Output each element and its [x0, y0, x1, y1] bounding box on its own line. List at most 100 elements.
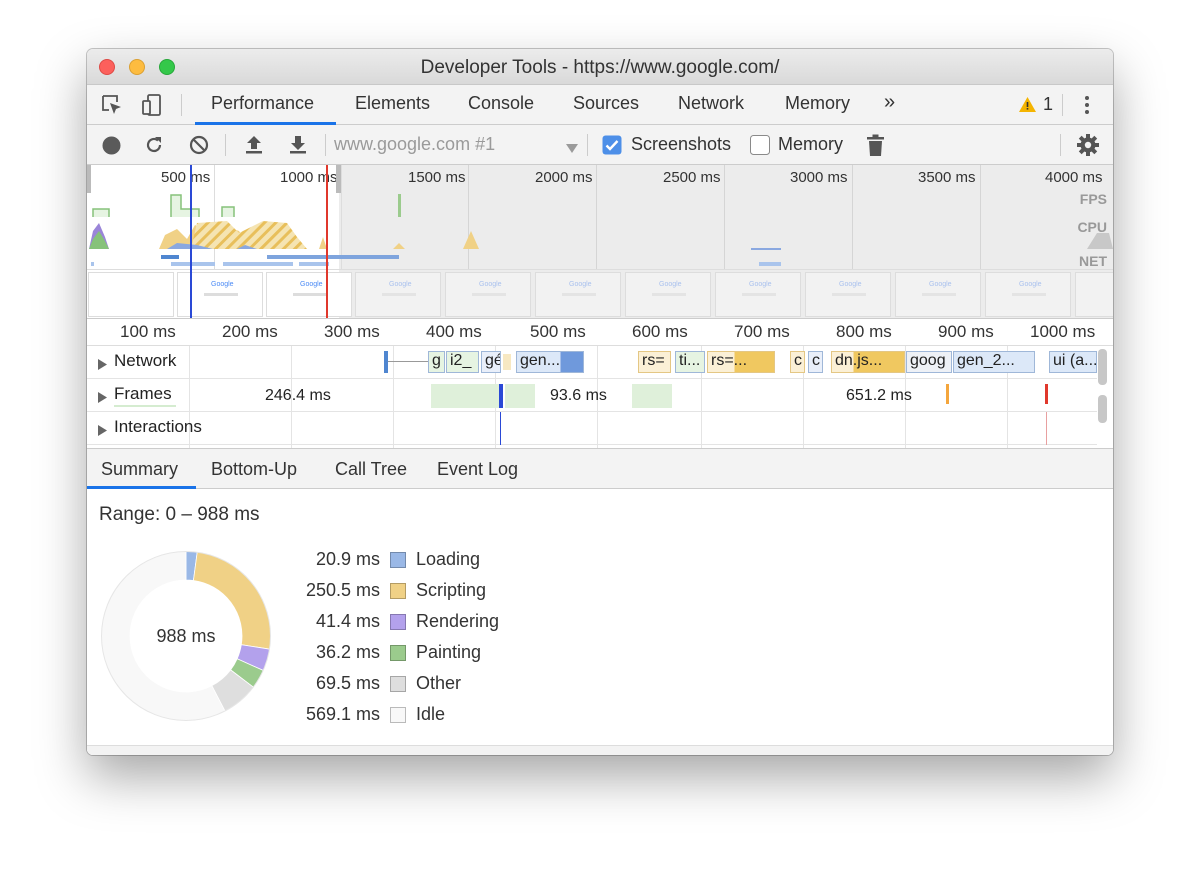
flame-ruler-label: 700 ms	[734, 322, 790, 341]
expand-triangle-icon[interactable]	[98, 357, 107, 375]
legend-label: Rendering	[416, 611, 500, 631]
network-request[interactable]: dn.js...	[831, 351, 905, 373]
settings-gear-icon[interactable]	[1077, 134, 1099, 161]
loading-swatch	[390, 552, 406, 568]
screenshots-checkbox[interactable]	[602, 135, 622, 160]
frame-duration[interactable]: 93.6 ms	[550, 387, 607, 405]
tab-memory[interactable]: Memory	[785, 93, 850, 114]
overview-ruler-label: 1000 ms	[280, 169, 338, 186]
warning-count[interactable]: 1	[1043, 94, 1053, 115]
tab-elements[interactable]: Elements	[355, 93, 430, 114]
overview-ruler-label: 2000 ms	[535, 169, 593, 186]
legend-row-rendering: 41.4 ms Rendering	[267, 611, 567, 641]
more-tabs-chevron-icon[interactable]: »	[884, 91, 895, 114]
frame-duration[interactable]: 651.2 ms	[846, 387, 912, 405]
overview-ruler-label: 1500 ms	[408, 169, 466, 186]
flame-ruler-label: 100 ms	[120, 322, 176, 341]
upload-icon[interactable]	[245, 135, 263, 160]
tracks-scrollbar[interactable]	[1098, 395, 1107, 423]
reload-record-icon[interactable]	[144, 135, 164, 160]
screenshot-filmstrip[interactable]: Google Google Google Google Google Googl…	[87, 269, 1113, 318]
profile-select[interactable]: www.google.com #1	[334, 134, 495, 155]
legend-value: 20.9 ms	[315, 549, 380, 569]
memory-checkbox[interactable]	[750, 135, 770, 160]
network-request[interactable]: g	[428, 351, 445, 373]
fps-chart	[92, 194, 401, 217]
network-request[interactable]: i2_	[446, 351, 479, 373]
idle-swatch	[390, 707, 406, 723]
interactions-track[interactable]: Interactions	[87, 412, 1097, 445]
tab-console[interactable]: Console	[468, 93, 534, 114]
network-request[interactable]: gen...	[516, 351, 584, 373]
status-strip	[87, 745, 1113, 755]
network-request[interactable]: c	[790, 351, 805, 373]
device-toolbar-icon[interactable]	[140, 93, 164, 122]
more-options-icon[interactable]	[1084, 95, 1090, 120]
screenshot-thumbnail: Google	[355, 272, 441, 317]
painting-swatch	[390, 645, 406, 661]
overview-ruler-label: 3000 ms	[790, 169, 848, 186]
record-icon[interactable]	[102, 136, 121, 160]
donut-total: 988 ms	[156, 626, 216, 646]
network-request[interactable]: rs=...	[707, 351, 775, 373]
tab-summary[interactable]: Summary	[101, 459, 178, 480]
interactions-track-label[interactable]: Interactions	[114, 417, 202, 437]
tab-call-tree[interactable]: Call Tree	[335, 459, 407, 480]
tab-bottom-up[interactable]: Bottom-Up	[211, 459, 297, 480]
legend-row-loading: 20.9 ms Loading	[267, 549, 567, 579]
details-tab-bar: Summary Bottom-Up Call Tree Event Log	[87, 449, 1113, 489]
overview-ruler-label: 4000 ms	[1045, 169, 1103, 186]
tab-network[interactable]: Network	[678, 93, 744, 114]
frames-track-label[interactable]: Frames	[114, 384, 172, 404]
summary-range: Range: 0 – 988 ms	[99, 504, 260, 525]
network-request[interactable]: ui (a...	[1049, 351, 1097, 373]
frames-track[interactable]: Frames 246.4 ms 93.6 ms 651.2 ms	[87, 379, 1097, 412]
network-request[interactable]: gen_2...	[953, 351, 1035, 373]
warning-icon[interactable]	[1019, 97, 1036, 117]
flame-ruler-label: 800 ms	[836, 322, 892, 341]
tab-event-log[interactable]: Event Log	[437, 459, 518, 480]
legend-value: 36.2 ms	[315, 642, 380, 662]
expand-triangle-icon[interactable]	[98, 423, 107, 441]
flame-ruler-label: 300 ms	[324, 322, 380, 341]
legend-label: Idle	[416, 704, 446, 724]
screenshot-thumbnail: Google	[445, 272, 531, 317]
screenshot-thumbnail: Google	[535, 272, 621, 317]
trash-icon[interactable]	[867, 134, 884, 161]
network-track-label[interactable]: Network	[114, 351, 176, 371]
clear-icon[interactable]	[189, 135, 209, 160]
other-swatch	[390, 676, 406, 692]
legend-value: 250.5 ms	[305, 580, 380, 600]
network-request[interactable]: gé	[481, 351, 501, 373]
overview-ruler-label: 2500 ms	[663, 169, 721, 186]
screenshots-label[interactable]: Screenshots	[631, 134, 731, 155]
network-scrollbar[interactable]	[1098, 349, 1107, 385]
screenshot-thumbnail: Google	[715, 272, 801, 317]
timeline-overview[interactable]: 500 ms 1000 ms 1500 ms 2000 ms 2500 ms 3…	[87, 165, 1113, 319]
network-request[interactable]: ti...	[675, 351, 705, 373]
network-track[interactable]: Network g i2_ gé gen... rs= ti... rs=...…	[87, 346, 1097, 379]
network-request[interactable]: goog	[906, 351, 952, 373]
devtools-window: Developer Tools - https://www.google.com…	[87, 49, 1113, 755]
download-icon[interactable]	[289, 135, 307, 160]
flame-ruler: 100 ms 200 ms 300 ms 400 ms 500 ms 600 m…	[87, 319, 1113, 346]
flame-ruler-label: 200 ms	[222, 322, 278, 341]
network-request[interactable]: rs=	[638, 351, 671, 373]
chevron-down-icon[interactable]	[566, 140, 578, 158]
flame-chart[interactable]: 100 ms 200 ms 300 ms 400 ms 500 ms 600 m…	[87, 319, 1113, 449]
memory-label[interactable]: Memory	[778, 134, 843, 155]
network-request[interactable]: c	[808, 351, 823, 373]
frame-duration[interactable]: 246.4 ms	[265, 387, 331, 405]
expand-triangle-icon[interactable]	[98, 390, 107, 408]
title-bar: Developer Tools - https://www.google.com…	[87, 49, 1113, 85]
selection-right-handle[interactable]	[336, 165, 341, 193]
legend-value: 41.4 ms	[315, 611, 380, 631]
tab-performance[interactable]: Performance	[211, 93, 314, 114]
legend-value: 569.1 ms	[305, 704, 380, 724]
scripting-swatch	[390, 583, 406, 599]
flame-ruler-label: 500 ms	[530, 322, 586, 341]
tab-sources[interactable]: Sources	[573, 93, 639, 114]
legend-row-painting: 36.2 ms Painting	[267, 642, 567, 672]
selection-left-handle[interactable]	[87, 165, 91, 193]
inspect-element-icon[interactable]	[101, 94, 123, 121]
